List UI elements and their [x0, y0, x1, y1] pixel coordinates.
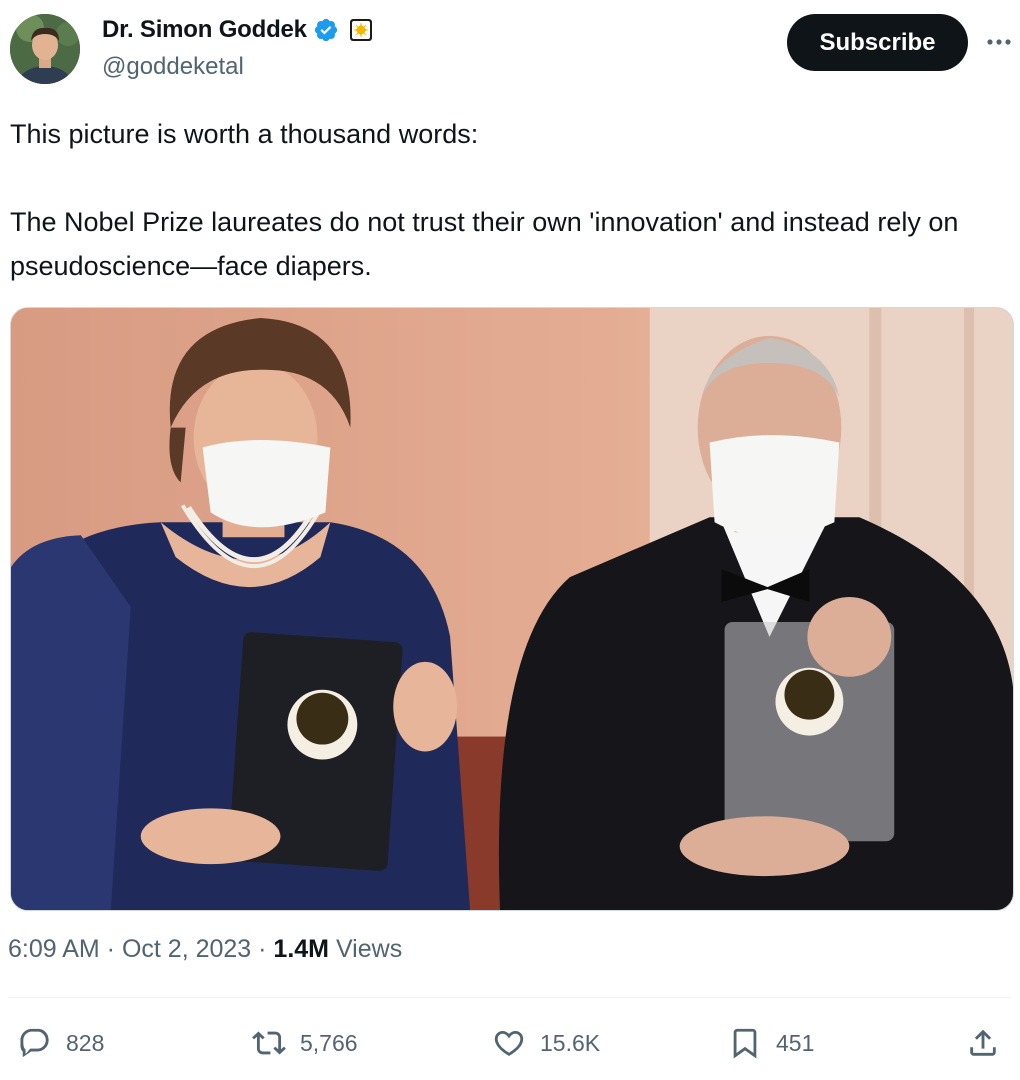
photo-laureates-image: [11, 308, 1013, 910]
affiliate-sun-badge-icon[interactable]: [349, 18, 373, 42]
bookmark-button[interactable]: 451: [728, 1018, 814, 1068]
meta-separator: ·: [99, 935, 122, 963]
views-label: Views: [329, 935, 403, 963]
tweet-paragraph: The Nobel Prize laureates do not trust t…: [10, 207, 959, 281]
author-handle[interactable]: @goddeketal: [102, 53, 244, 81]
tweet-time[interactable]: 6:09 AM: [8, 935, 100, 964]
like-button[interactable]: 15.6K: [492, 1018, 600, 1068]
divider: [8, 997, 1012, 998]
author-avatar[interactable]: [10, 14, 80, 84]
repost-icon: [252, 1031, 286, 1055]
more-options-button[interactable]: [982, 30, 1016, 54]
tweet-date[interactable]: Oct 2, 2023: [122, 935, 251, 964]
more-horizontal-icon: [987, 39, 1011, 45]
action-bar: 828 5,766 15.6K 451: [0, 1018, 1020, 1068]
tweet-photo[interactable]: [10, 307, 1014, 911]
reply-icon: [20, 1028, 49, 1058]
reply-count: 828: [66, 1029, 105, 1056]
subscribe-button[interactable]: Subscribe: [787, 14, 968, 71]
reply-button[interactable]: 828: [18, 1018, 104, 1068]
avatar-image: [10, 14, 80, 84]
views-count[interactable]: 1.4M: [273, 935, 329, 964]
author-display-name[interactable]: Dr. Simon Goddek: [102, 16, 307, 44]
bookmark-count: 451: [776, 1029, 815, 1056]
heart-icon: [494, 1030, 524, 1056]
like-count: 15.6K: [540, 1029, 601, 1056]
bookmark-icon: [733, 1028, 757, 1059]
repost-count: 5,766: [300, 1029, 358, 1056]
repost-button[interactable]: 5,766: [252, 1018, 358, 1068]
share-button[interactable]: [966, 1018, 1000, 1068]
verified-badge-icon[interactable]: [313, 17, 339, 43]
tweet-paragraph: This picture is worth a thousand words:: [10, 119, 479, 149]
tweet-text: This picture is worth a thousand words: …: [10, 112, 1010, 288]
tweet-meta: 6:09 AM · Oct 2, 2023 · 1.4M Views: [8, 935, 402, 964]
author-name-row: Dr. Simon Goddek: [102, 16, 373, 44]
meta-separator: ·: [251, 935, 274, 963]
share-icon: [970, 1029, 996, 1056]
